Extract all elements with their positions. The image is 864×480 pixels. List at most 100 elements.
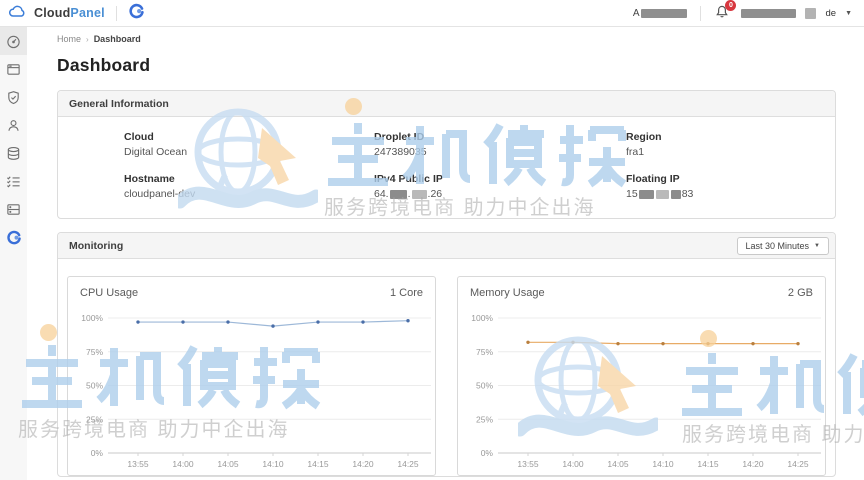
sidebar-item-dashboard[interactable] (0, 27, 27, 55)
server-icon (6, 202, 21, 217)
chevron-down-icon[interactable]: ▼ (845, 10, 852, 17)
svg-text:100%: 100% (81, 313, 103, 323)
brand-bold: Cloud (34, 6, 70, 20)
breadcrumb-current: Dashboard (94, 34, 141, 44)
checklist-icon (6, 174, 21, 189)
user-redaction (741, 9, 796, 18)
breadcrumb-separator: › (86, 35, 89, 44)
field-label: Cloud (124, 131, 374, 143)
general-information-panel: General Information Cloud Digital Ocean … (57, 90, 836, 219)
time-range-label: Last 30 Minutes (746, 241, 810, 251)
breadcrumb-home[interactable]: Home (57, 34, 81, 44)
cloud-logo-icon (8, 3, 27, 24)
svg-text:13:55: 13:55 (517, 459, 539, 469)
sidebar-item-security[interactable] (0, 83, 27, 111)
field-floating-ip: Floating IP 1583 (626, 173, 825, 200)
svg-text:14:25: 14:25 (787, 459, 809, 469)
monitoring-body: CPU Usage 1 Core 100% 75% 50% 25% 0% 13:55 14:… (58, 259, 835, 476)
svg-text:50%: 50% (475, 381, 492, 391)
brand-name[interactable]: CloudPanel (34, 6, 105, 20)
topbar: CloudPanel A 0 de ▼ (0, 0, 864, 27)
svg-text:14:10: 14:10 (652, 459, 674, 469)
time-range-dropdown[interactable]: Last 30 Minutes ▼ (737, 237, 830, 255)
ip-redaction (412, 190, 427, 199)
field-value: cloudpanel-dev (124, 188, 374, 200)
account-prefix: A (633, 8, 640, 19)
cpu-usage-chart: 100%75%50%25%0%13:5514:0014:0514:1014:15… (69, 301, 435, 473)
field-label: IPv4 Public IP (374, 173, 626, 185)
field-cloud: Cloud Digital Ocean (124, 131, 374, 158)
chevron-down-icon: ▼ (814, 243, 820, 249)
shield-check-icon (6, 90, 21, 105)
svg-text:75%: 75% (85, 347, 102, 357)
field-hostname: Hostname cloudpanel-dev (124, 173, 374, 200)
ip-redaction (671, 190, 681, 199)
sidebar-item-services[interactable] (0, 167, 27, 195)
field-region: Region fra1 (626, 131, 825, 158)
language-selector[interactable]: de (825, 8, 836, 19)
memory-chart-title: Memory Usage (470, 287, 545, 299)
field-ipv4-public-ip: IPv4 Public IP 64...26 (374, 173, 626, 200)
brand-light: Panel (70, 6, 104, 20)
flag-icon (805, 8, 816, 19)
general-information-title: General Information (69, 98, 169, 110)
field-value-redacted: 64...26 (374, 188, 626, 200)
memory-usage-chart: 100%75%50%25%0%13:5514:0014:0514:1014:15… (459, 301, 825, 473)
field-label: Region (626, 131, 825, 143)
breadcrumb: Home › Dashboard (57, 34, 836, 44)
refresh-swirl-icon[interactable] (128, 2, 145, 24)
main-content: Home › Dashboard Dashboard General Infor… (27, 27, 864, 480)
svg-text:50%: 50% (85, 381, 102, 391)
svg-text:25%: 25% (475, 414, 492, 424)
svg-text:0%: 0% (90, 448, 103, 458)
page-title: Dashboard (57, 55, 836, 76)
field-value: fra1 (626, 146, 825, 158)
field-value-redacted: 1583 (626, 188, 825, 200)
topbar-divider (116, 6, 117, 21)
svg-text:14:20: 14:20 (742, 459, 764, 469)
svg-text:13:55: 13:55 (127, 459, 149, 469)
sidebar-item-sites[interactable] (0, 55, 27, 83)
field-value: 247389035 (374, 146, 626, 158)
svg-text:14:05: 14:05 (217, 459, 239, 469)
general-information-header: General Information (58, 91, 835, 117)
svg-text:14:20: 14:20 (352, 459, 374, 469)
svg-text:0%: 0% (480, 448, 493, 458)
cloudpanel-swirl-icon (6, 229, 22, 245)
general-information-body: Cloud Digital Ocean Droplet ID 247389035… (58, 117, 835, 218)
sidebar-item-databases[interactable] (0, 139, 27, 167)
sidebar-item-cloudpanel[interactable] (0, 223, 27, 251)
sidebar (0, 27, 27, 480)
field-label: Hostname (124, 173, 374, 185)
ip-redaction (390, 190, 407, 199)
svg-text:75%: 75% (475, 347, 492, 357)
gauge-icon (6, 34, 21, 49)
ip-redaction (639, 190, 654, 199)
field-label: Floating IP (626, 173, 825, 185)
svg-text:14:10: 14:10 (262, 459, 284, 469)
svg-text:14:15: 14:15 (697, 459, 719, 469)
notification-badge: 0 (725, 0, 736, 11)
svg-text:14:25: 14:25 (397, 459, 419, 469)
topbar-divider-2 (700, 6, 701, 21)
monitoring-title: Monitoring (69, 240, 123, 252)
database-icon (6, 146, 21, 161)
cloudpanel-dashboard: CloudPanel A 0 de ▼ (0, 0, 864, 480)
account-name[interactable]: A (633, 8, 688, 19)
sidebar-item-users[interactable] (0, 111, 27, 139)
notifications-bell-icon[interactable]: 0 (714, 4, 732, 22)
cpu-capacity-label: 1 Core (390, 287, 423, 299)
browser-window-icon (6, 62, 21, 77)
cpu-chart-title: CPU Usage (80, 287, 138, 299)
field-droplet-id: Droplet ID 247389035 (374, 131, 626, 158)
svg-text:14:15: 14:15 (307, 459, 329, 469)
svg-text:14:05: 14:05 (607, 459, 629, 469)
svg-text:14:00: 14:00 (562, 459, 584, 469)
account-redaction (641, 9, 687, 18)
cpu-usage-card: CPU Usage 1 Core 100%75%50%25%0%13:5514:… (67, 276, 436, 476)
memory-capacity-label: 2 GB (788, 287, 813, 299)
monitoring-panel: Monitoring Last 30 Minutes ▼ CPU Usage 1… (57, 232, 836, 477)
sidebar-item-server[interactable] (0, 195, 27, 223)
user-icon (6, 118, 21, 133)
field-label: Droplet ID (374, 131, 626, 143)
